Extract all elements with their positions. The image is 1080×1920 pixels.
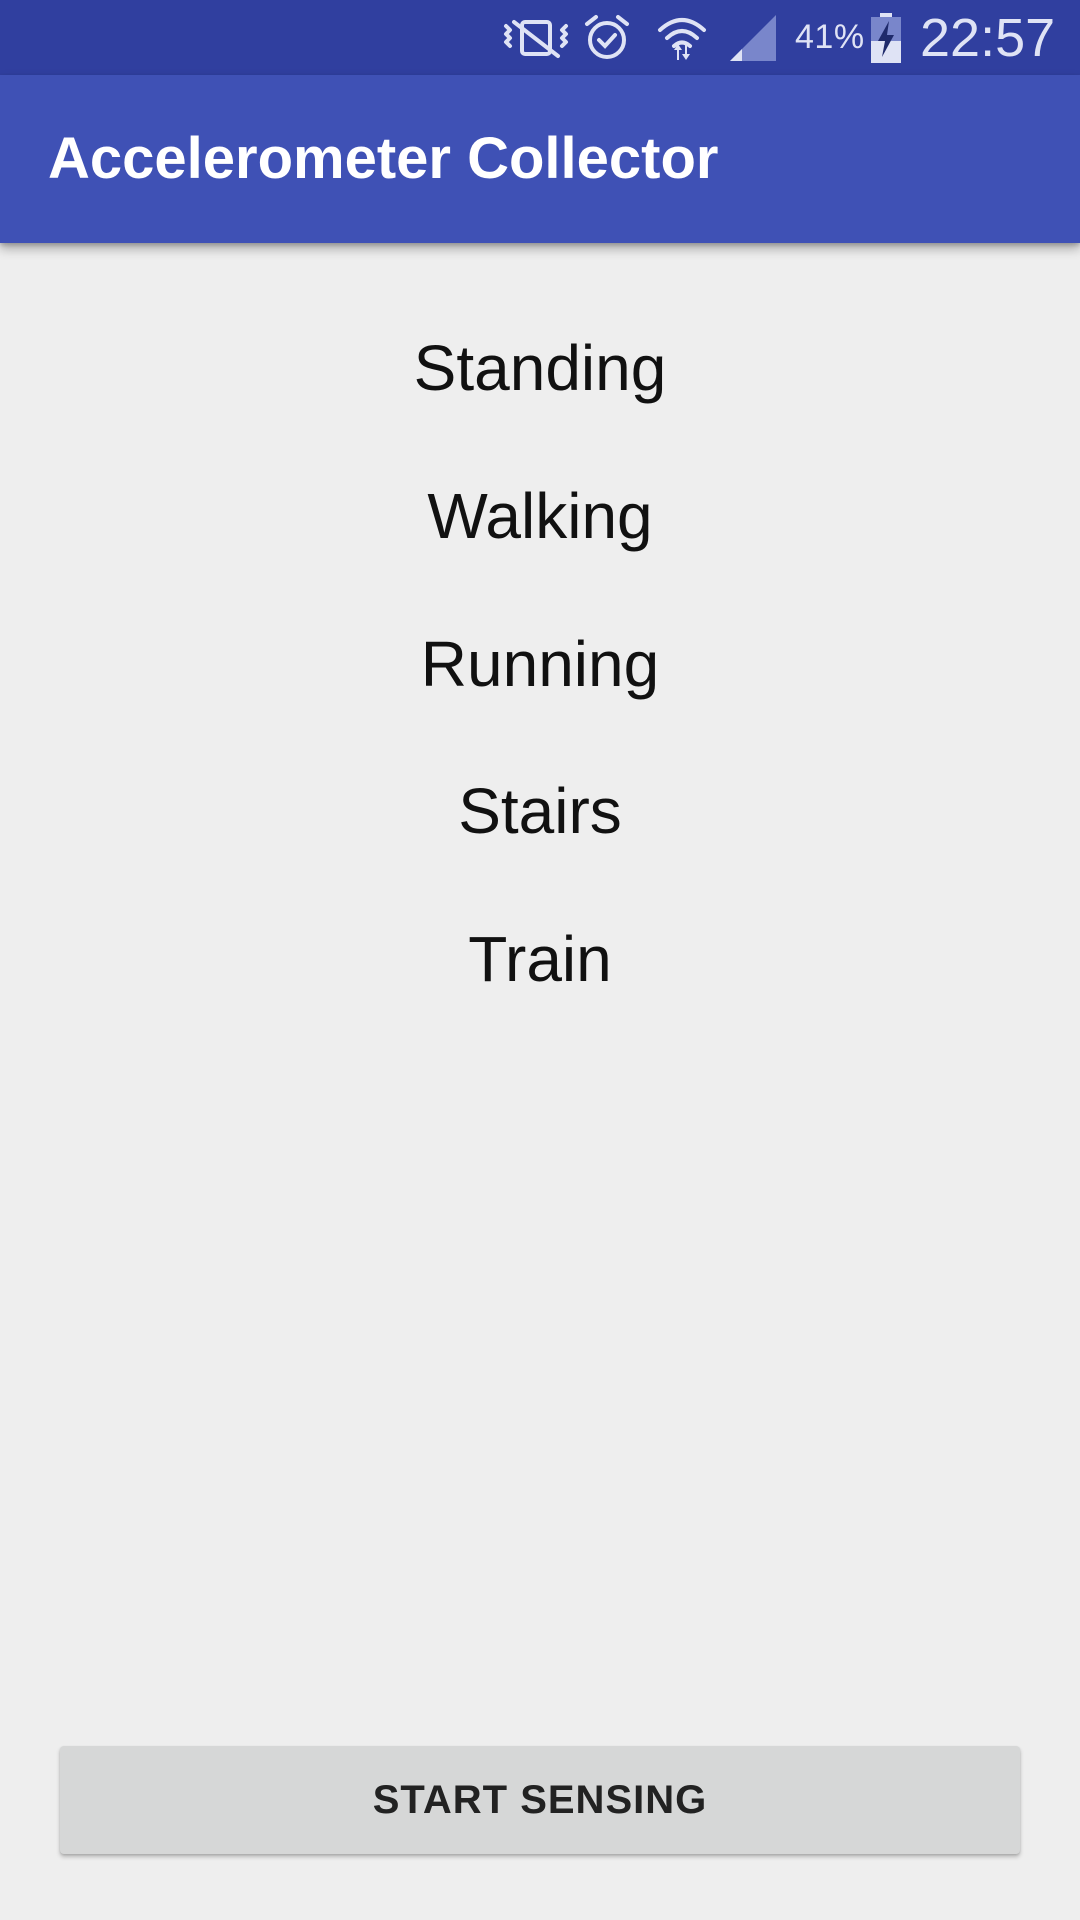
battery-charging-icon <box>870 0 902 75</box>
alarm-icon <box>582 0 632 75</box>
activity-train[interactable]: Train <box>0 899 1080 1019</box>
app-screen: 41% 22:57 Accelerometer Collector Standi… <box>0 0 1080 1920</box>
activity-walking[interactable]: Walking <box>0 456 1080 576</box>
signal-icon <box>728 0 778 75</box>
status-clock: 22:57 <box>920 7 1056 68</box>
app-title: Accelerometer Collector <box>48 126 719 191</box>
wifi-icon <box>654 0 710 75</box>
activity-standing[interactable]: Standing <box>0 308 1080 428</box>
battery-percent: 41% <box>795 18 865 56</box>
status-bar: 41% 22:57 <box>0 0 1080 75</box>
activity-running[interactable]: Running <box>0 604 1080 724</box>
activity-stairs[interactable]: Stairs <box>0 751 1080 871</box>
app-bar: Accelerometer Collector <box>0 75 1080 243</box>
vibrate-icon <box>500 0 572 75</box>
start-sensing-button[interactable]: START SENSING <box>60 1746 1020 1854</box>
